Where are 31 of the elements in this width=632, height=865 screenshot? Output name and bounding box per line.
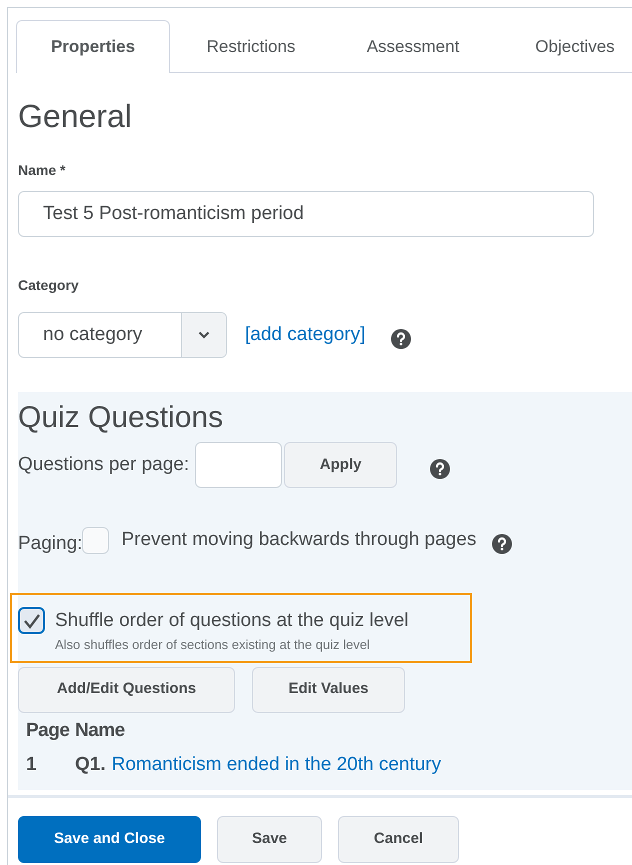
field-label: Name * <box>18 161 66 180</box>
checkbox[interactable] <box>18 607 45 634</box>
tab[interactable]: Objectives <box>494 20 632 72</box>
option-description: Also shuffles order of sections existing at the quiz level <box>55 636 371 654</box>
action-button[interactable]: Add/Edit Questions <box>18 666 235 713</box>
question-number: Q1. <box>75 753 106 778</box>
column-header: Name <box>75 718 126 743</box>
table-cell-text: 1 <box>26 753 38 778</box>
footer-button[interactable]: Save <box>217 816 322 864</box>
field-label: Paging: <box>18 532 82 556</box>
apply-button[interactable]: Apply <box>284 442 398 488</box>
column-header: Page <box>26 718 70 743</box>
checkbox-label: Shuffle order of questions at the quiz level <box>55 608 408 633</box>
field-label: Category <box>18 276 80 296</box>
tab[interactable]: Restrictions <box>170 20 332 72</box>
section-heading: General <box>18 99 133 134</box>
name-field[interactable]: Test 5 Post-romanticism period <box>18 191 594 238</box>
tab[interactable]: Properties <box>16 20 170 73</box>
checkbox-label: Prevent moving backwards through pages <box>121 528 476 552</box>
footer-button[interactable]: Cancel <box>338 816 459 864</box>
questions-per-page-field[interactable] <box>195 442 282 488</box>
tab[interactable]: Assessment <box>332 20 494 72</box>
checkmark-icon <box>22 612 40 629</box>
section-heading: Quiz Questions <box>18 400 224 436</box>
add-category-link[interactable]: [add category] <box>245 320 366 350</box>
action-button[interactable]: Edit Values <box>252 666 405 713</box>
question-link[interactable]: Romanticism ended in the 20th century <box>112 751 442 780</box>
chevron-down-icon <box>198 331 210 340</box>
category-dropdown[interactable]: no category <box>18 312 227 358</box>
field-label: Questions per page: <box>18 452 190 477</box>
save-and-close-button[interactable]: Save and Close <box>18 816 201 864</box>
